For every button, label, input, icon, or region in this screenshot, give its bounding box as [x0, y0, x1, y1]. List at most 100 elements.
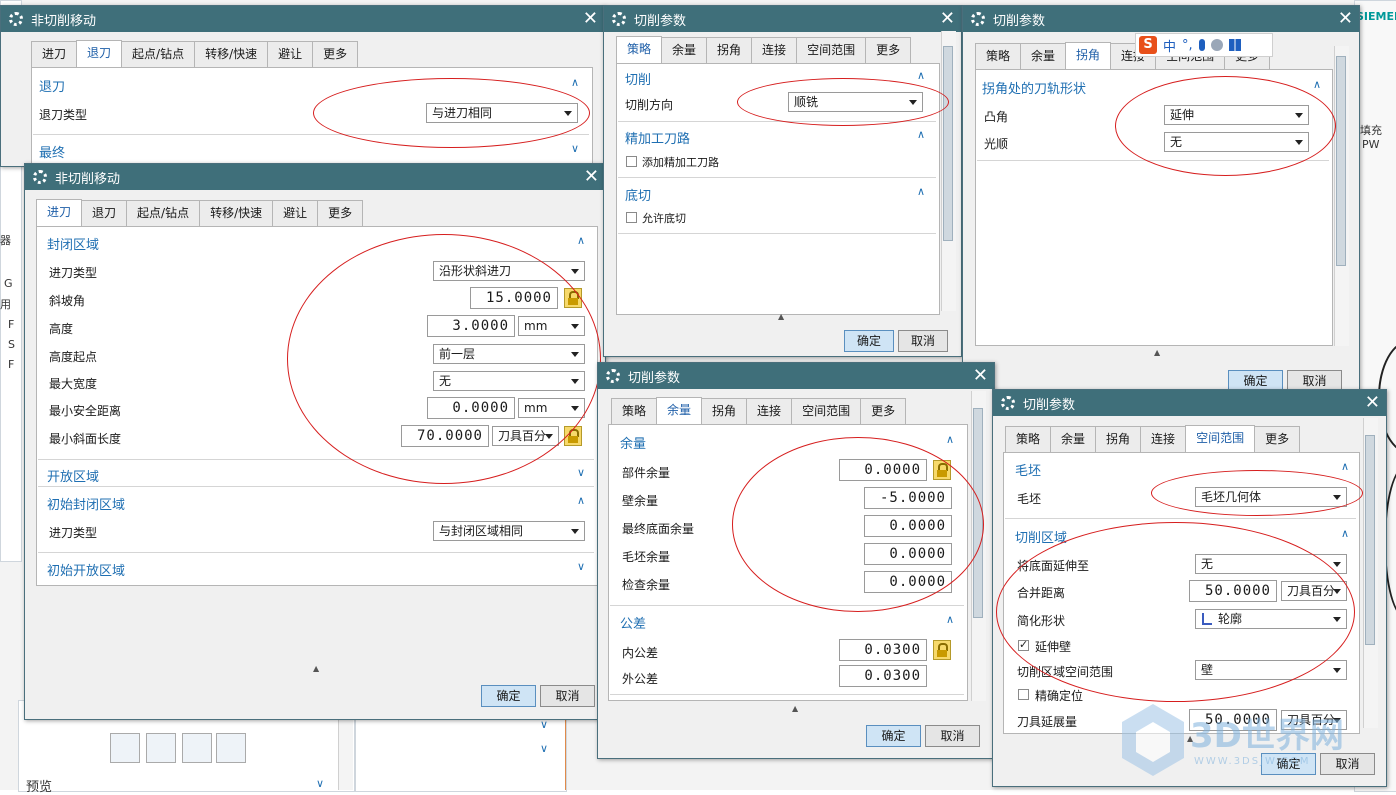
chevron-down-icon[interactable]: ∨	[571, 142, 579, 155]
initial-engage-type-select[interactable]: 与封闭区域相同	[433, 521, 585, 541]
dialog-title-bar[interactable]: 切削参数	[604, 6, 961, 32]
scrollbar-thumb[interactable]	[943, 46, 953, 241]
cancel-button[interactable]: 取消	[925, 725, 980, 747]
chevron-up-icon[interactable]: ∧	[946, 433, 954, 446]
min-ramp-unit-select[interactable]: 刀具百分	[492, 426, 559, 446]
tab-space-range[interactable]: 空间范围	[791, 398, 862, 424]
close-icon[interactable]: ✕	[1338, 8, 1353, 30]
chevron-up-icon[interactable]: ∧	[946, 613, 954, 626]
height-start-select[interactable]: 前一层	[433, 344, 585, 364]
section-corner-shape[interactable]: 拐角处的刀轨形状	[982, 78, 1086, 97]
chevron-up-icon[interactable]: ∧	[1341, 527, 1349, 540]
chevron-down-icon[interactable]: ∨	[540, 742, 548, 755]
tab-start-points[interactable]: 起点/钻点	[121, 41, 196, 67]
extend-wall-checkbox[interactable]	[1018, 638, 1029, 651]
min-ramp-length-input[interactable]: 70.0000	[401, 425, 489, 447]
lock-icon[interactable]	[564, 288, 582, 308]
dialog-title-bar[interactable]: 切削参数	[598, 363, 994, 389]
convex-corner-select[interactable]: 延伸	[1164, 105, 1309, 125]
dialog-title-bar[interactable]: 非切削移动	[25, 164, 605, 190]
scrollbar-thumb[interactable]	[1365, 435, 1375, 645]
chevron-up-icon[interactable]: ∧	[1313, 78, 1321, 91]
merge-distance-unit-select[interactable]: 刀具百分	[1281, 581, 1347, 601]
check-stock-input[interactable]: 0.0000	[864, 571, 952, 593]
collapse-arrow-icon[interactable]: ▲	[313, 664, 319, 673]
merge-distance-input[interactable]: 50.0000	[1189, 580, 1277, 602]
chevron-down-icon[interactable]: ∨	[577, 560, 585, 573]
lock-icon[interactable]	[564, 426, 582, 446]
tab-strategy[interactable]: 策略	[616, 36, 663, 64]
tab-corner[interactable]: 拐角	[1095, 426, 1142, 452]
tab-corner[interactable]: 拐角	[706, 37, 753, 63]
tab-more[interactable]: 更多	[312, 41, 359, 67]
dialog-title-bar[interactable]: 非切削移动	[1, 6, 604, 32]
extend-floor-select[interactable]: 无	[1195, 554, 1347, 574]
ok-button[interactable]: 确定	[844, 330, 894, 352]
chevron-up-icon[interactable]: ∧	[577, 234, 585, 247]
min-safe-unit-select[interactable]: mm	[518, 398, 585, 418]
ime-punct[interactable]: °,	[1182, 38, 1193, 53]
lock-icon[interactable]	[933, 640, 951, 660]
tab-stock[interactable]: 余量	[656, 397, 703, 425]
close-icon[interactable]: ✕	[584, 166, 599, 188]
section-final[interactable]: 最终	[39, 142, 65, 161]
min-safe-distance-input[interactable]: 0.0000	[427, 397, 515, 419]
tab-avoidance[interactable]: 避让	[272, 200, 319, 226]
tab-retract[interactable]: 退刀	[76, 40, 123, 68]
section-tolerance[interactable]: 公差	[620, 613, 646, 632]
section-cut[interactable]: 切削	[625, 69, 651, 88]
tab-engage[interactable]: 进刀	[31, 41, 78, 67]
tab-stock[interactable]: 余量	[1050, 426, 1097, 452]
tab-stock[interactable]: 余量	[661, 37, 708, 63]
tab-transfer[interactable]: 转移/快速	[199, 200, 274, 226]
tab-strategy[interactable]: 策略	[1005, 426, 1052, 452]
section-undercut[interactable]: 底切	[625, 185, 651, 204]
tab-start-points[interactable]: 起点/钻点	[126, 200, 201, 226]
ime-toolbar[interactable]: S 中 °,	[1135, 33, 1273, 57]
tab-transfer[interactable]: 转移/快速	[194, 41, 269, 67]
height-unit-select[interactable]: mm	[518, 316, 585, 336]
finish-pass-checkbox[interactable]	[626, 156, 637, 167]
wall-stock-input[interactable]: -5.0000	[864, 487, 952, 509]
chevron-up-icon[interactable]: ∧	[917, 128, 925, 141]
section-finish-pass[interactable]: 精加工刀路	[625, 128, 690, 147]
section-stock[interactable]: 余量	[620, 433, 646, 452]
section-initial-closed[interactable]: 初始封闭区域	[47, 494, 125, 513]
blank-select[interactable]: 毛坯几何体	[1195, 487, 1347, 507]
toolpath-icon[interactable]	[110, 733, 140, 763]
section-closed-area[interactable]: 封闭区域	[47, 234, 99, 253]
height-input[interactable]: 3.0000	[427, 315, 515, 337]
generate-icon[interactable]	[146, 733, 176, 763]
area-space-select[interactable]: 壁	[1195, 660, 1347, 680]
chevron-up-icon[interactable]: ∧	[571, 76, 579, 89]
ok-button[interactable]: 确定	[866, 725, 921, 747]
tab-corner[interactable]: 拐角	[1065, 42, 1112, 70]
part-stock-input[interactable]: 0.0000	[839, 459, 927, 481]
simplify-shape-select[interactable]: 轮廓	[1195, 609, 1347, 629]
close-icon[interactable]: ✕	[583, 8, 598, 30]
tab-connect[interactable]: 连接	[746, 398, 793, 424]
blank-stock-input[interactable]: 0.0000	[864, 543, 952, 565]
tab-retract[interactable]: 退刀	[81, 200, 128, 226]
cut-direction-select[interactable]: 顺铣	[788, 92, 923, 112]
retract-type-select[interactable]: 与进刀相同	[426, 103, 578, 123]
chevron-down-icon[interactable]: ∨	[316, 777, 324, 790]
tab-more[interactable]: 更多	[860, 398, 907, 424]
tab-connect[interactable]: 连接	[1140, 426, 1187, 452]
cancel-button[interactable]: 取消	[898, 330, 948, 352]
max-width-select[interactable]: 无	[433, 371, 585, 391]
smoothing-select[interactable]: 无	[1164, 132, 1309, 152]
tab-corner[interactable]: 拐角	[701, 398, 748, 424]
dialog-title-bar[interactable]: 切削参数	[963, 6, 1359, 32]
section-open-area[interactable]: 开放区域	[47, 466, 99, 485]
intol-input[interactable]: 0.0300	[839, 639, 927, 661]
floor-stock-input[interactable]: 0.0000	[864, 515, 952, 537]
ime-lang[interactable]: 中	[1163, 36, 1176, 55]
outtol-input[interactable]: 0.0300	[839, 665, 927, 687]
tab-engage[interactable]: 进刀	[36, 199, 83, 227]
close-icon[interactable]: ✕	[1365, 392, 1380, 414]
tab-connect[interactable]: 连接	[751, 37, 798, 63]
chevron-up-icon[interactable]: ∧	[1341, 460, 1349, 473]
microphone-icon[interactable]	[1198, 39, 1205, 51]
collapse-arrow-icon[interactable]: ▲	[1154, 348, 1160, 357]
